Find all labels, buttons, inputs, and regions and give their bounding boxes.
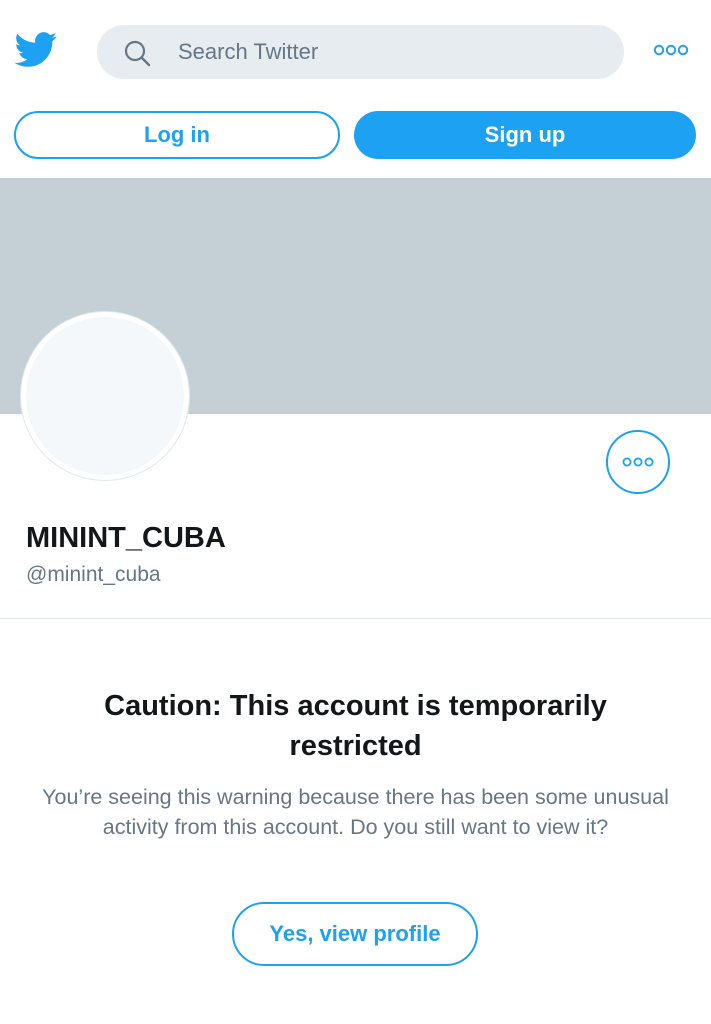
view-profile-button[interactable]: Yes, view profile (232, 902, 478, 966)
profile-more-button[interactable] (606, 430, 670, 494)
avatar[interactable] (21, 312, 189, 480)
more-options-icon (622, 457, 654, 467)
top-bar: Search Twitter (0, 0, 711, 100)
profile-name: MININT_CUBA (26, 522, 226, 554)
auth-buttons: Log in Sign up (0, 110, 711, 162)
login-button[interactable]: Log in (14, 111, 340, 159)
warning-body: You’re seeing this warning because there… (42, 785, 669, 839)
profile-handle: @minint_cuba (26, 563, 161, 586)
signup-button[interactable]: Sign up (354, 111, 696, 159)
more-options-icon[interactable] (652, 42, 690, 58)
divider (0, 618, 711, 619)
search-placeholder: Search Twitter (178, 39, 319, 64)
warning-title: Caution: This account is temporarily res… (104, 690, 607, 762)
search-input[interactable]: Search Twitter (97, 25, 624, 79)
twitter-bird-icon[interactable] (14, 32, 58, 68)
search-icon (124, 40, 151, 67)
